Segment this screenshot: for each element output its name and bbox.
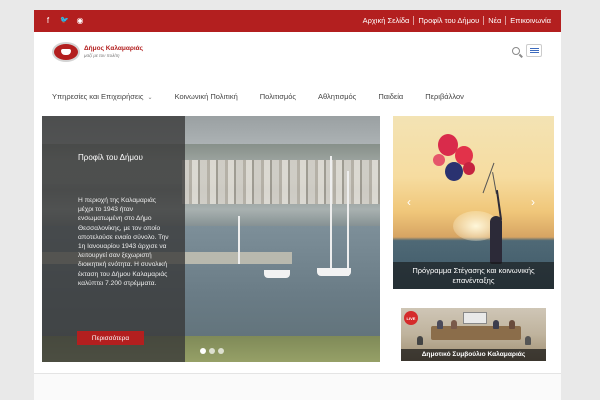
- card-image-balloon: [445, 162, 463, 181]
- facebook-icon[interactable]: f: [44, 15, 52, 26]
- card-image-person: [490, 216, 502, 264]
- slide-overlay: Προφίλ του Δήμου Η περιοχή της Καλαμαριά…: [42, 116, 185, 362]
- feature-card-council[interactable]: LIVE Δημοτικό Συμβούλιο Καλαμαριάς: [401, 308, 546, 361]
- nav-item-education[interactable]: Παιδεία: [378, 91, 403, 103]
- slide-image-city: [182, 160, 380, 204]
- nav-item-label: Υπηρεσίες και Επιχειρήσεις: [52, 91, 144, 101]
- slide-title: Προφίλ του Δήμου: [78, 153, 143, 162]
- rss-icon[interactable]: ◉: [76, 15, 84, 26]
- logo-text: Δήμος Καλαμαριάς μαζί με τον πολίτη: [84, 45, 143, 59]
- language-switcher[interactable]: [526, 44, 542, 57]
- logo-subtitle: μαζί με τον πολίτη: [84, 53, 120, 58]
- content-below-fold: [34, 373, 561, 400]
- card-image-balloon: [433, 154, 445, 166]
- top-link-contact[interactable]: Επικοινωνία: [510, 15, 551, 26]
- divider: [505, 16, 507, 25]
- top-link-home[interactable]: Αρχική Σελίδα: [363, 15, 410, 26]
- feature-card-housing[interactable]: ‹ › Πρόγραμμα Στέγασης και κοινωνικής επ…: [393, 116, 554, 289]
- site-header: Δήμος Καλαμαριάς μαζί με τον πολίτη: [34, 32, 561, 82]
- card-image-person: [493, 320, 499, 329]
- card-image-table: [431, 326, 521, 340]
- site-logo[interactable]: Δήμος Καλαμαριάς μαζί με τον πολίτη: [52, 42, 143, 62]
- slide-text: Η περιοχή της Καλαμαριάς μέχρι το 1943 ή…: [78, 197, 169, 287]
- divider: [413, 16, 415, 25]
- card-image-person: [417, 336, 423, 345]
- nav-item-social-policy[interactable]: Κοινωνική Πολιτική: [175, 91, 238, 103]
- slide-image-mast: [347, 171, 349, 276]
- top-bar: f 🐦 ◉ Αρχική Σελίδα Προφίλ του Δήμου Νέα…: [34, 10, 561, 32]
- slide-image-mast: [330, 156, 332, 276]
- chevron-down-icon: ⌄: [147, 94, 153, 101]
- read-more-button[interactable]: Περισσότερα: [77, 331, 144, 345]
- top-links: Αρχική Σελίδα Προφίλ του Δήμου Νέα Επικο…: [363, 15, 551, 26]
- slide-image-boat: [264, 270, 290, 278]
- logo-emblem-icon: [52, 42, 80, 62]
- slider-dot-3[interactable]: [218, 348, 224, 354]
- card-caption: Πρόγραμμα Στέγασης και κοινωνικής επανέν…: [393, 262, 554, 289]
- card-caption: Δημοτικό Συμβούλιο Καλαμαριάς: [401, 349, 546, 361]
- card-image-screen: [463, 312, 487, 324]
- main-nav: Υπηρεσίες και Επιχειρήσεις ⌄ Κοινωνική Πο…: [34, 82, 561, 112]
- card-image-person: [451, 320, 457, 329]
- card-image-person: [525, 336, 531, 345]
- top-link-news[interactable]: Νέα: [488, 15, 501, 26]
- page-container: f 🐦 ◉ Αρχική Σελίδα Προφίλ του Δήμου Νέα…: [34, 10, 561, 400]
- nav-item-culture[interactable]: Πολιτισμός: [260, 91, 296, 103]
- slider-prev-arrow-icon[interactable]: ‹: [407, 196, 411, 208]
- greek-flag-icon: [529, 47, 539, 54]
- logo-title: Δήμος Καλαμαριάς: [84, 45, 144, 52]
- nav-item-services[interactable]: Υπηρεσίες και Επιχειρήσεις ⌄: [52, 91, 153, 104]
- slide-image-mast: [238, 216, 240, 264]
- slide-image-boat: [317, 268, 351, 276]
- nav-item-sports[interactable]: Αθλητισμός: [318, 91, 356, 103]
- card-image-person: [509, 320, 515, 329]
- search-icon[interactable]: [512, 47, 520, 55]
- card-image-person: [437, 320, 443, 329]
- social-links: f 🐦 ◉: [44, 15, 84, 26]
- twitter-icon[interactable]: 🐦: [60, 15, 69, 26]
- live-badge: LIVE: [404, 311, 418, 325]
- slider-pagination: [200, 348, 224, 354]
- top-link-profile[interactable]: Προφίλ του Δήμου: [418, 15, 479, 26]
- card-image-balloon: [463, 162, 475, 175]
- slider-dot-2[interactable]: [209, 348, 215, 354]
- slider-next-arrow-icon[interactable]: ›: [531, 196, 535, 208]
- divider: [483, 16, 485, 25]
- hero-slider[interactable]: Προφίλ του Δήμου Η περιοχή της Καλαμαριά…: [42, 116, 380, 362]
- slider-dot-1[interactable]: [200, 348, 206, 354]
- nav-item-environment[interactable]: Περιβάλλον: [425, 91, 464, 103]
